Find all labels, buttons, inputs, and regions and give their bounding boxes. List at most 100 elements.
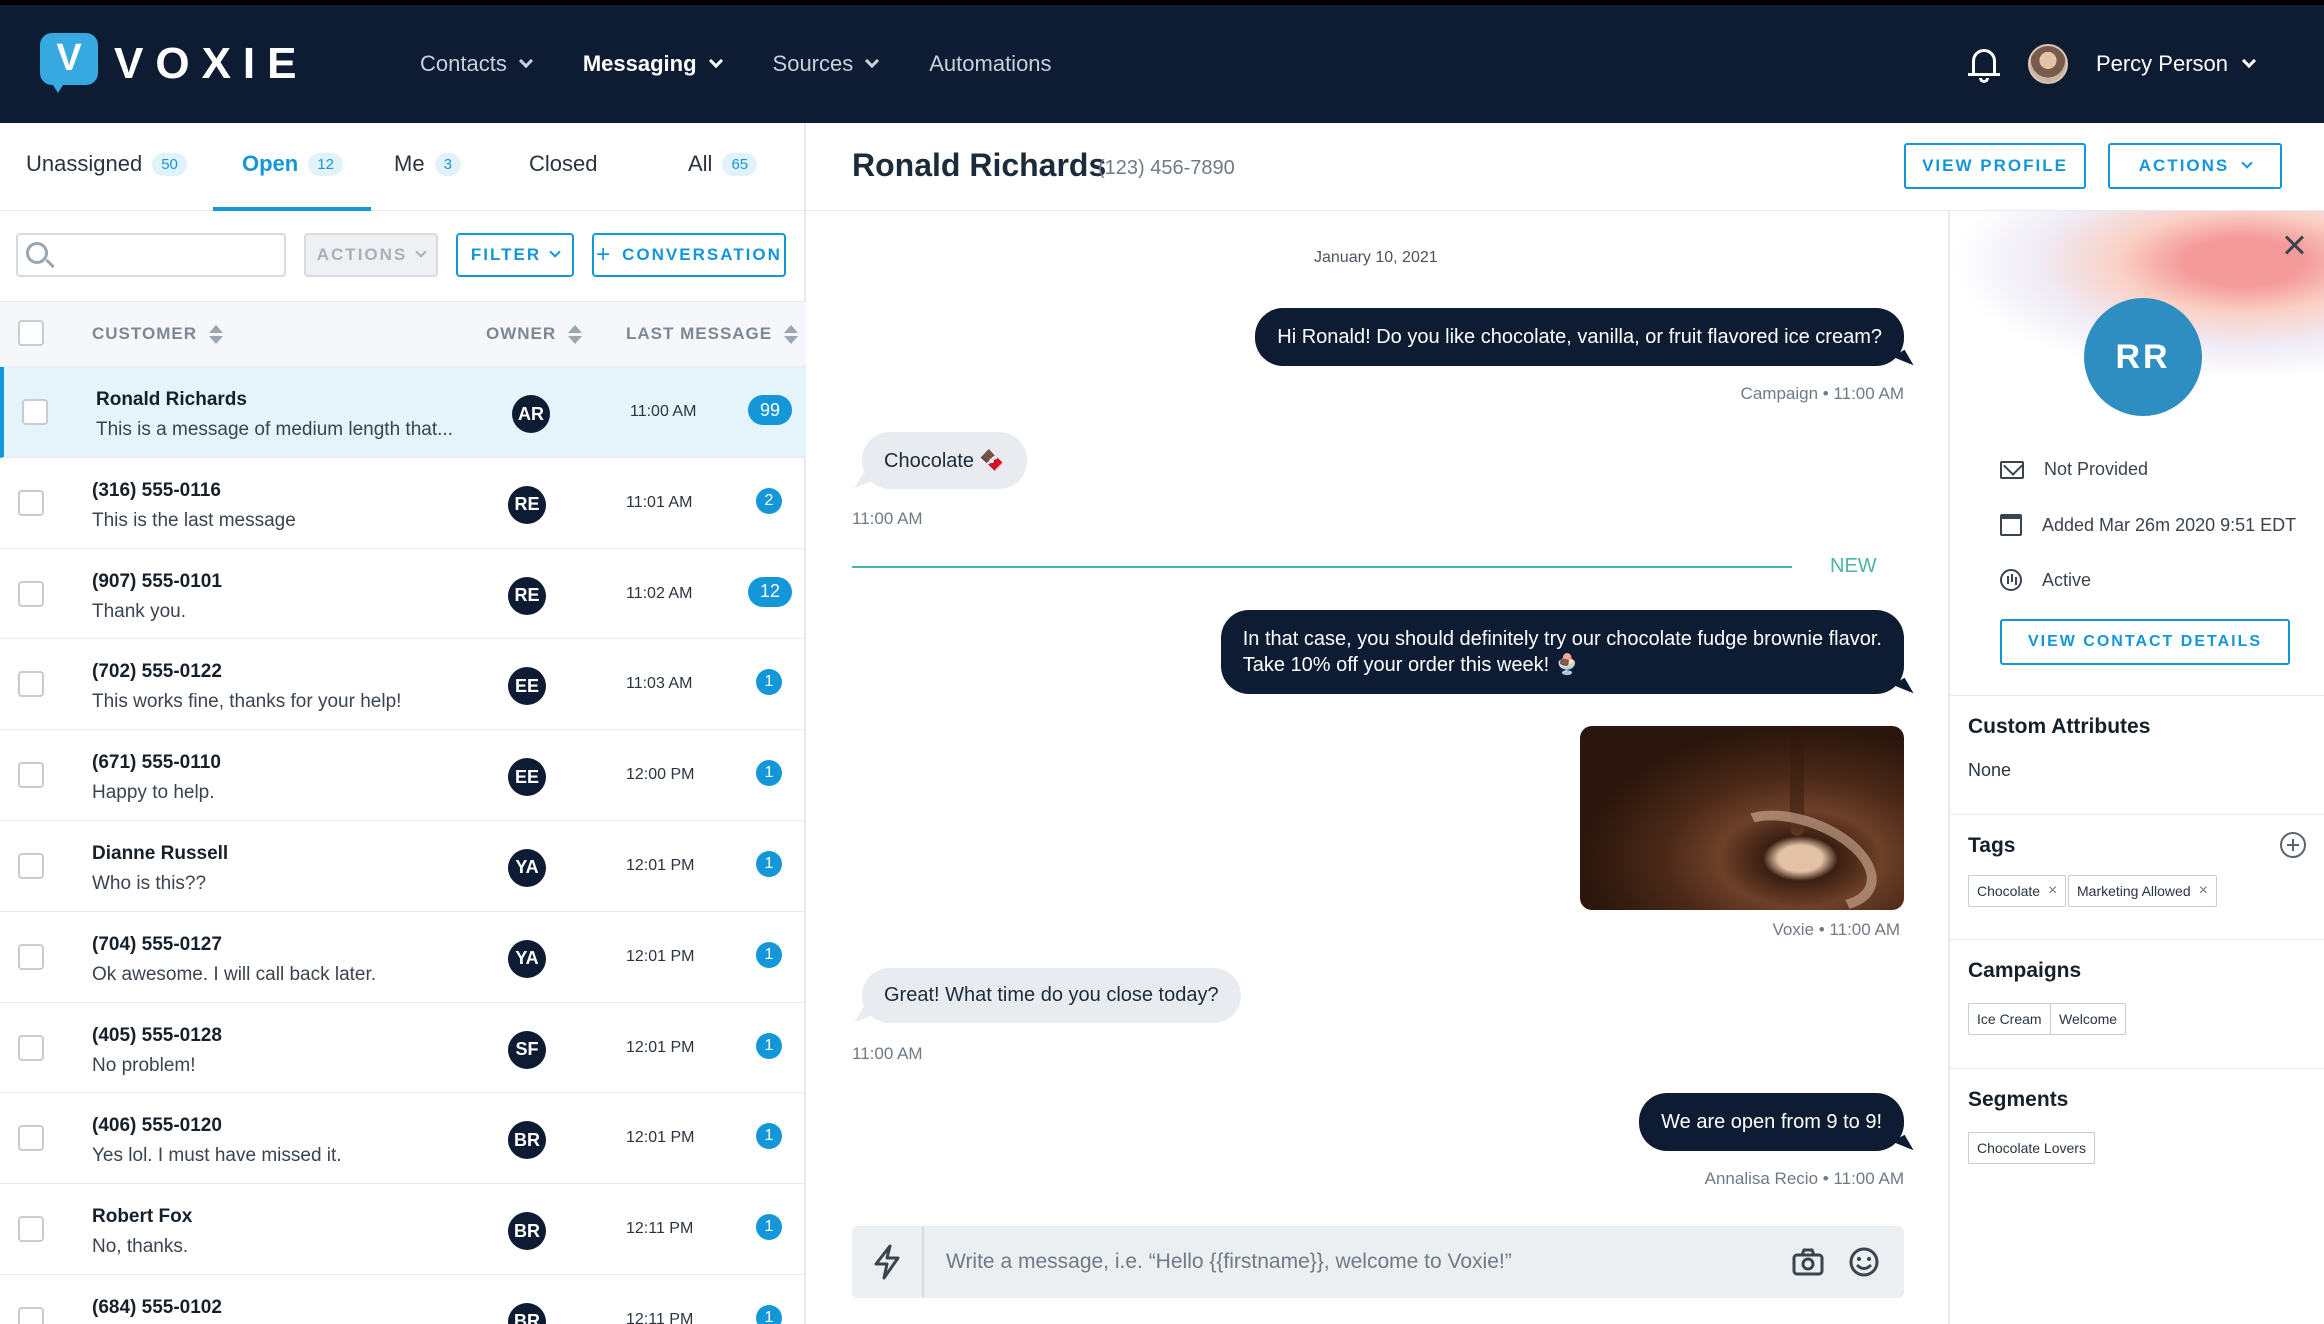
unread-count-badge: 1 (756, 669, 782, 695)
conversation-row[interactable]: (671) 555-0110Happy to help.EE12:00 PM1 (0, 730, 806, 821)
sort-icon (568, 325, 582, 344)
tab-all[interactable]: All65 (688, 151, 757, 177)
segments-title: Segments (1968, 1088, 2068, 1112)
main-nav: Contacts Messaging Sources Automations (420, 5, 1052, 123)
plus-icon: + (596, 241, 612, 269)
message-composer (852, 1226, 1904, 1298)
chevron-down-icon (416, 246, 427, 257)
message-input[interactable] (926, 1226, 1786, 1298)
row-checkbox[interactable] (18, 1125, 44, 1151)
tab-open[interactable]: Open12 (242, 151, 343, 177)
filter-button[interactable]: FILTER (456, 233, 574, 277)
tab-me[interactable]: Me3 (394, 151, 461, 177)
column-customer[interactable]: CUSTOMER (92, 324, 223, 344)
conversation-panel: Ronald Richards (123) 456-7890 VIEW PROF… (806, 123, 1948, 1324)
select-all-checkbox[interactable] (18, 320, 44, 346)
owner-avatar: BR (508, 1121, 546, 1159)
last-message-time: 12:01 PM (626, 857, 694, 875)
row-checkbox[interactable] (18, 1216, 44, 1242)
voxie-logo[interactable]: V VOXIE (40, 33, 309, 95)
quick-reply-button[interactable] (852, 1226, 924, 1298)
bulk-actions-button[interactable]: ACTIONS (304, 233, 438, 277)
tag-chip: Chocolate× (1968, 875, 2066, 907)
row-checkbox[interactable] (18, 490, 44, 516)
column-owner[interactable]: OWNER (486, 324, 582, 344)
new-conversation-button[interactable]: + CONVERSATION (592, 233, 786, 277)
conversation-row[interactable]: (405) 555-0128No problem!SF12:01 PM1 (0, 1003, 806, 1094)
nav-messaging[interactable]: Messaging (583, 51, 721, 77)
new-messages-divider (852, 566, 1792, 568)
campaign-chip[interactable]: Ice Cream (1968, 1003, 2051, 1035)
contact-email-row: Not Provided (2000, 459, 2148, 480)
conversation-row[interactable]: Dianne RussellWho is this??YA12:01 PM1 (0, 821, 806, 912)
conversation-rows: Ronald RichardsThis is a message of medi… (0, 367, 806, 1324)
remove-tag-icon[interactable]: × (2048, 882, 2057, 900)
customer-name: (316) 555-0116 (92, 480, 221, 502)
conversation-actions-button[interactable]: ACTIONS (2108, 143, 2282, 189)
conversation-row[interactable]: (704) 555-0127Ok awesome. I will call ba… (0, 912, 806, 1003)
unread-count-badge: 1 (756, 942, 782, 968)
bell-icon[interactable] (1968, 45, 2000, 83)
sort-icon (209, 325, 223, 344)
conversation-row[interactable]: (684) 555-0102Assigned to: Charlie Willi… (0, 1275, 806, 1324)
message-preview: No, thanks. (92, 1236, 188, 1258)
customer-name: (406) 555-0120 (92, 1115, 222, 1137)
row-checkbox[interactable] (18, 581, 44, 607)
campaigns-title: Campaigns (1968, 959, 2081, 983)
sort-icon (784, 325, 798, 344)
view-contact-details-button[interactable]: VIEW CONTACT DETAILS (2000, 619, 2290, 665)
chevron-down-icon (708, 54, 722, 68)
tab-closed[interactable]: Closed (529, 151, 597, 177)
avatar[interactable] (2028, 44, 2068, 84)
remove-tag-icon[interactable]: × (2199, 882, 2208, 900)
nav-sources[interactable]: Sources (773, 51, 878, 77)
row-checkbox[interactable] (22, 399, 48, 425)
segment-chip[interactable]: Chocolate Lovers (1968, 1132, 2095, 1164)
conversation-row[interactable]: Ronald RichardsThis is a message of medi… (0, 367, 806, 458)
conversation-row[interactable]: (316) 555-0116This is the last messageRE… (0, 458, 806, 549)
nav-automations[interactable]: Automations (929, 51, 1051, 77)
image-message[interactable] (1580, 726, 1904, 910)
tag-chip: Marketing Allowed× (2068, 875, 2217, 907)
outgoing-message: In that case, you should definitely try … (1221, 610, 1904, 694)
camera-icon[interactable] (1792, 1246, 1824, 1278)
last-message-time: 11:03 AM (626, 675, 692, 693)
row-checkbox[interactable] (18, 671, 44, 697)
calendar-icon (2000, 514, 2022, 536)
row-checkbox[interactable] (18, 944, 44, 970)
unread-count-badge: 99 (748, 395, 792, 425)
unread-count-badge: 1 (756, 1305, 782, 1324)
conversation-row[interactable]: Robert FoxNo, thanks.BR12:11 PM1 (0, 1184, 806, 1275)
custom-attributes-title: Custom Attributes (1968, 715, 2150, 739)
add-tag-icon[interactable] (2280, 832, 2306, 858)
user-area: Percy Person (1968, 5, 2254, 123)
row-checkbox[interactable] (18, 1035, 44, 1061)
conversation-row[interactable]: (907) 555-0101Thank you.RE11:02 AM12 (0, 549, 806, 640)
conversation-row[interactable]: (406) 555-0120 Yes lol. I must have misse… (0, 1093, 806, 1184)
contact-info-panel: RR Not Provided Added Mar 26m 2020 9:51 … (1948, 211, 2324, 1324)
search-box[interactable] (16, 233, 286, 277)
owner-avatar: RE (508, 486, 546, 524)
owner-avatar: SF (508, 1031, 546, 1069)
inbox-tabs: Unassigned50 Open12 Me3 Closed All65 (0, 123, 804, 211)
campaign-chip[interactable]: Welcome (2050, 1003, 2126, 1035)
row-checkbox[interactable] (18, 1307, 44, 1324)
conversation-row[interactable]: (702) 555-0122This works fine, thanks fo… (0, 639, 806, 730)
message-preview: Thank you. (92, 601, 186, 623)
tab-count: 3 (435, 153, 461, 176)
emoji-icon[interactable] (1848, 1246, 1880, 1278)
close-icon[interactable] (2282, 233, 2306, 257)
view-profile-button[interactable]: VIEW PROFILE (1904, 143, 2086, 189)
row-checkbox[interactable] (18, 853, 44, 879)
nav-contacts[interactable]: Contacts (420, 51, 531, 77)
message-preview: Who is this?? (92, 873, 206, 895)
user-menu[interactable]: Percy Person (2096, 51, 2254, 77)
customer-name: (702) 555-0122 (92, 661, 222, 683)
tab-unassigned[interactable]: Unassigned50 (26, 151, 187, 177)
column-last-message[interactable]: LAST MESSAGE (626, 324, 798, 344)
custom-attributes-value: None (1968, 760, 2011, 781)
row-checkbox[interactable] (18, 762, 44, 788)
table-header: CUSTOMER OWNER LAST MESSAGE (0, 301, 806, 367)
unread-count-badge: 1 (756, 851, 782, 877)
message-preview: Yes lol. I must have missed it. (92, 1145, 342, 1167)
